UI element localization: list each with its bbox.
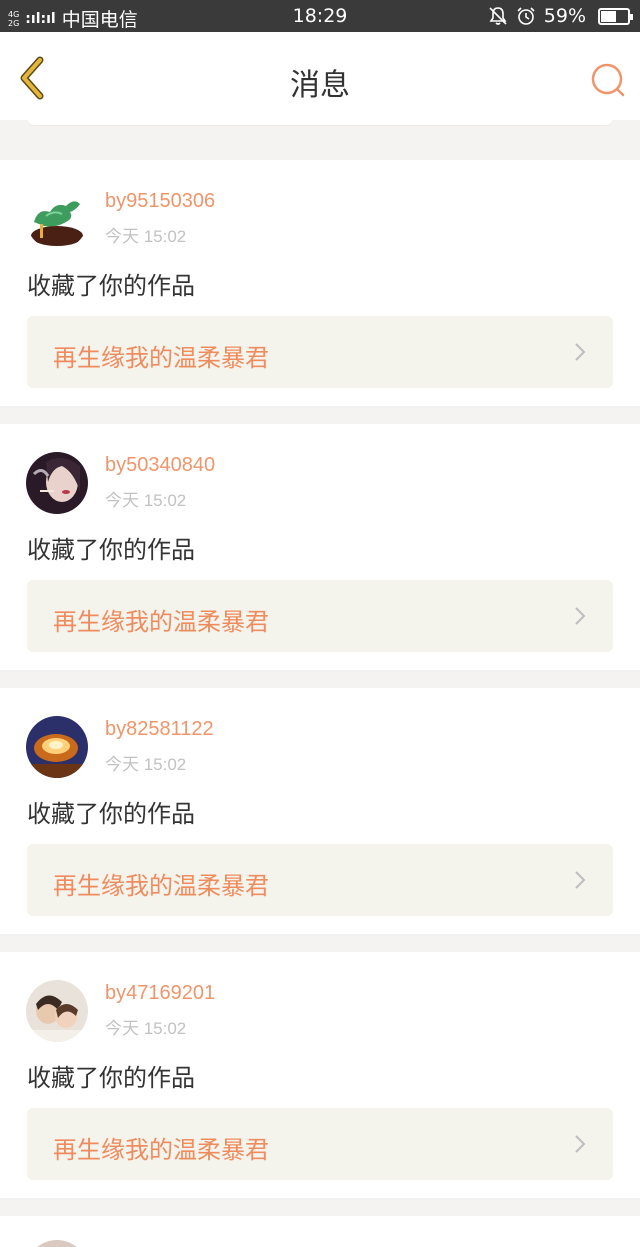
username[interactable]: by47169201 — [105, 982, 215, 1005]
avatar-glowing-lamp-image — [26, 716, 88, 778]
search-button[interactable] — [588, 60, 628, 100]
work-title: 再生缘我的温柔暴君 — [53, 344, 269, 372]
work-link[interactable]: 再生缘我的温柔暴君 — [27, 316, 613, 388]
action-text: 收藏了你的作品 — [27, 272, 195, 300]
timestamp: 今天 15:02 — [105, 1019, 187, 1038]
timestamp: 今天 15:02 — [105, 755, 187, 774]
battery-percent: 59% — [543, 5, 586, 27]
username[interactable]: by82581122 — [105, 718, 214, 741]
action-text: 收藏了你的作品 — [27, 536, 195, 564]
avatar[interactable] — [26, 980, 88, 1042]
search-icon — [591, 63, 625, 97]
chevron-right-icon — [575, 871, 586, 889]
chevron-right-icon — [575, 343, 586, 361]
bell-off-icon — [489, 7, 507, 25]
work-title: 再生缘我的温柔暴君 — [53, 872, 269, 900]
work-link[interactable]: 再生缘我的温柔暴君 — [27, 1108, 613, 1180]
chevron-right-icon — [575, 1135, 586, 1153]
chevron-right-icon — [575, 607, 586, 625]
avatar-couple-image — [26, 980, 88, 1042]
message-card: by95150306 今天 15:02 收藏了你的作品 再生缘我的温柔暴君 — [0, 160, 640, 406]
timestamp: 今天 15:02 — [105, 227, 187, 246]
avatar-woman-smoking-image — [26, 452, 88, 514]
message-card-partial — [0, 1216, 640, 1247]
work-title: 再生缘我的温柔暴君 — [53, 1136, 269, 1164]
avatar-jade-dragon-image — [26, 188, 88, 250]
message-card: by50340840 今天 15:02 收藏了你的作品 再生缘我的温柔暴君 — [0, 424, 640, 670]
username[interactable]: by50340840 — [105, 454, 215, 477]
work-link[interactable]: 再生缘我的温柔暴君 — [27, 580, 613, 652]
username[interactable]: by95150306 — [105, 190, 215, 213]
page-title: 消息 — [290, 68, 350, 103]
avatar[interactable] — [26, 716, 88, 778]
status-right: 59% — [488, 5, 633, 27]
battery-level — [601, 10, 617, 22]
navigation-bar: 消息 — [0, 32, 640, 120]
action-text: 收藏了你的作品 — [27, 1064, 195, 1092]
timestamp: 今天 15:02 — [105, 491, 187, 510]
avatar[interactable] — [26, 452, 88, 514]
work-title: 再生缘我的温柔暴君 — [53, 608, 269, 636]
alarm-icon — [517, 7, 535, 25]
battery-icon — [598, 7, 633, 25]
work-link[interactable]: 再生缘我的温柔暴君 — [27, 844, 613, 916]
message-card: by47169201 今天 15:02 收藏了你的作品 再生缘我的温柔暴君 — [0, 952, 640, 1198]
status-bar: 4G 2G :ıl:ıl 中国电信 18:29 59% — [0, 0, 640, 32]
action-text: 收藏了你的作品 — [27, 800, 195, 828]
message-card: by82581122 今天 15:02 收藏了你的作品 再生缘我的温柔暴君 — [0, 688, 640, 934]
avatar[interactable] — [26, 188, 88, 250]
previous-card-edge — [28, 120, 612, 126]
